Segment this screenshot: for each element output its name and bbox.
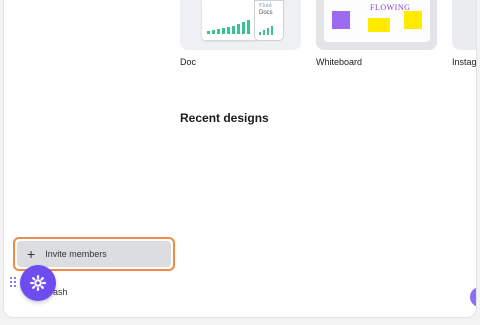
template-card-instagram[interactable] <box>452 0 476 50</box>
doc-preview-phone: Fluid Docs <box>254 0 284 41</box>
drag-handle-icon[interactable] <box>10 277 18 289</box>
floating-gear-button[interactable] <box>20 265 56 301</box>
recent-designs-heading: Recent designs <box>180 111 269 125</box>
plus-icon: + <box>27 246 36 262</box>
sticky-note-purple <box>332 11 350 29</box>
app-canvas: Fluid Docs Doc FLOWING Whiteboard Instag… <box>3 0 477 318</box>
template-label-instagram: Instag <box>452 57 477 67</box>
whiteboard-preview: FLOWING <box>324 0 430 42</box>
doc-preview-bar-chart <box>207 20 250 34</box>
doc-preview-title: Fluid <box>259 3 272 9</box>
template-card-whiteboard[interactable]: FLOWING <box>316 0 437 50</box>
corner-decoration <box>470 287 476 307</box>
template-label-whiteboard: Whiteboard <box>316 57 363 67</box>
gear-icon <box>30 275 46 291</box>
doc-preview-sheet <box>202 0 258 40</box>
phone-preview-bar-chart <box>259 26 273 35</box>
invite-members-inner[interactable]: + Invite members <box>17 241 171 267</box>
template-card-doc[interactable]: Fluid Docs <box>180 0 301 50</box>
invite-members-label: Invite members <box>45 249 107 259</box>
doc-preview-subtitle: Docs <box>259 10 273 16</box>
sticky-note-yellow <box>404 11 422 29</box>
template-label-doc: Doc <box>180 57 197 67</box>
sticky-note-yellow <box>368 18 390 32</box>
